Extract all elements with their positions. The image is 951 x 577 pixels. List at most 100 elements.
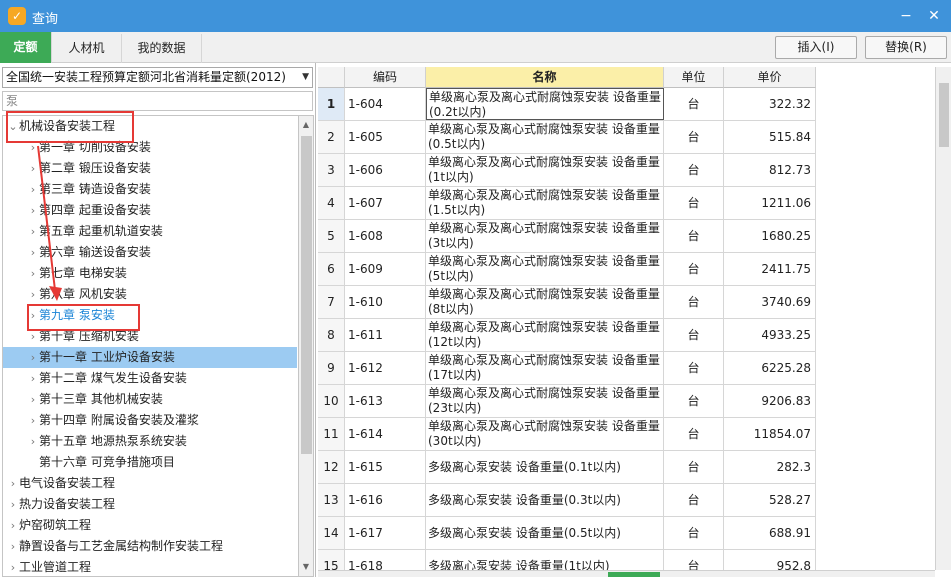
cell-code[interactable]: 1-605 [345,121,426,153]
tree-node[interactable]: › 第十三章 其他机械安装 [3,389,297,410]
cell-code[interactable]: 1-612 [345,352,426,384]
row-number[interactable]: 1 [318,88,345,120]
chevron-down-icon[interactable]: ▼ [302,68,309,87]
cell-name[interactable]: 多级离心泵安装 设备重量(0.3t以内) [426,484,664,516]
row-number[interactable]: 4 [318,187,345,219]
tree-node[interactable]: 第十六章 可竞争措施项目 [3,452,297,473]
cell-price[interactable]: 282.3 [724,451,816,483]
tree-node[interactable]: › 第八章 风机安装 [3,284,297,305]
cell-name[interactable]: 单级离心泵及离心式耐腐蚀泵安装 设备重量 (23t以内) [426,385,664,417]
tree-node[interactable]: › 第七章 电梯安装 [3,263,297,284]
tree-scrollbar[interactable]: ▲ ▼ [298,115,314,577]
tree-node[interactable]: › 第四章 起重设备安装 [3,200,297,221]
tree-node[interactable]: › 第六章 输送设备安装 [3,242,297,263]
cell-code[interactable]: 1-611 [345,319,426,351]
cell-unit[interactable]: 台 [664,517,724,549]
cell-price[interactable]: 952.8 [724,550,816,570]
tree-scroll-thumb[interactable] [301,136,312,454]
chevron-right-icon[interactable]: › [27,179,39,200]
tree-node[interactable]: › 第二章 锻压设备安装 [3,158,297,179]
scroll-up-icon[interactable]: ▲ [299,118,313,132]
cell-name[interactable]: 单级离心泵及离心式耐腐蚀泵安装 设备重量 (12t以内) [426,319,664,351]
header-unit[interactable]: 单位 [664,67,724,88]
cell-name[interactable]: 单级离心泵及离心式耐腐蚀泵安装 设备重量 (30t以内) [426,418,664,450]
close-icon[interactable]: ✕ [924,6,944,26]
row-number[interactable]: 9 [318,352,345,384]
cell-unit[interactable]: 台 [664,484,724,516]
cell-price[interactable]: 9206.83 [724,385,816,417]
tree-node[interactable]: › 电气设备安装工程 [3,473,297,494]
chevron-right-icon[interactable]: › [27,242,39,263]
chevron-down-icon[interactable]: ⌄ [7,116,19,137]
cell-price[interactable]: 1211.06 [724,187,816,219]
row-number[interactable]: 3 [318,154,345,186]
tree-node[interactable]: › 工业管道工程 [3,557,297,576]
chevron-right-icon[interactable]: › [27,410,39,431]
cell-name[interactable]: 单级离心泵及离心式耐腐蚀泵安装 设备重量 (1t以内) [426,154,664,186]
library-select[interactable]: 全国统一安装工程预算定额河北省消耗量定额(2012) ▼ [2,67,313,88]
cell-price[interactable]: 528.27 [724,484,816,516]
tree-node[interactable]: › 静置设备与工艺金属结构制作安装工程 [3,536,297,557]
cell-code[interactable]: 1-606 [345,154,426,186]
table-row[interactable]: 14 1-617 多级离心泵安装 设备重量(0.5t以内) 台 688.91 [318,517,816,550]
cell-unit[interactable]: 台 [664,121,724,153]
chevron-right-icon[interactable]: › [27,284,39,305]
cell-code[interactable]: 1-609 [345,253,426,285]
cell-name[interactable]: 单级离心泵及离心式耐腐蚀泵安装 设备重量 (1.5t以内) [426,187,664,219]
cell-name[interactable]: 单级离心泵及离心式耐腐蚀泵安装 设备重量 (8t以内) [426,286,664,318]
table-row[interactable]: 13 1-616 多级离心泵安装 设备重量(0.3t以内) 台 528.27 [318,484,816,517]
header-name[interactable]: 名称 [426,67,664,88]
chevron-right-icon[interactable]: › [27,326,39,347]
chevron-right-icon[interactable]: › [27,431,39,452]
table-row[interactable]: 15 1-618 多级离心泵安装 设备重量(1t以内) 台 952.8 [318,550,816,570]
tree-node[interactable]: › 第十五章 地源热泵系统安装 [3,431,297,452]
cell-name[interactable]: 多级离心泵安装 设备重量(0.5t以内) [426,517,664,549]
chevron-right-icon[interactable]: › [27,389,39,410]
minimize-icon[interactable]: − [896,6,916,26]
chevron-right-icon[interactable]: › [27,200,39,221]
cell-price[interactable]: 3740.69 [724,286,816,318]
cell-unit[interactable]: 台 [664,187,724,219]
table-row[interactable]: 7 1-610 单级离心泵及离心式耐腐蚀泵安装 设备重量 (8t以内) 台 3740.69 [318,286,816,319]
grid-hscroll-thumb[interactable] [608,572,660,577]
chevron-right-icon[interactable]: › [27,263,39,284]
cell-unit[interactable]: 台 [664,88,724,120]
cell-unit[interactable]: 台 [664,154,724,186]
cell-code[interactable]: 1-608 [345,220,426,252]
chevron-right-icon[interactable]: › [7,536,19,557]
cell-code[interactable]: 1-615 [345,451,426,483]
chevron-right-icon[interactable]: › [7,473,19,494]
cell-name[interactable]: 单级离心泵及离心式耐腐蚀泵安装 设备重量 (17t以内) [426,352,664,384]
cell-unit[interactable]: 台 [664,286,724,318]
insert-button[interactable]: 插入(I) [775,36,857,59]
grid-scroll-thumb[interactable] [939,83,949,147]
cell-code[interactable]: 1-614 [345,418,426,450]
cell-code[interactable]: 1-607 [345,187,426,219]
chevron-right-icon[interactable]: › [27,137,39,158]
table-row[interactable]: 9 1-612 单级离心泵及离心式耐腐蚀泵安装 设备重量 (17t以内) 台 6225.2… [318,352,816,385]
tab-my-data[interactable]: 我的数据 [122,34,202,63]
header-code[interactable]: 编码 [345,67,426,88]
table-row[interactable]: 12 1-615 多级离心泵安装 设备重量(0.1t以内) 台 282.3 [318,451,816,484]
row-number[interactable]: 6 [318,253,345,285]
chevron-right-icon[interactable]: › [7,557,19,576]
row-number[interactable]: 13 [318,484,345,516]
row-number[interactable]: 15 [318,550,345,570]
cell-unit[interactable]: 台 [664,352,724,384]
cell-code[interactable]: 1-604 [345,88,426,120]
table-row[interactable]: 2 1-605 单级离心泵及离心式耐腐蚀泵安装 设备重量 (0.5t以内) 台 515.8… [318,121,816,154]
table-row[interactable]: 3 1-606 单级离心泵及离心式耐腐蚀泵安装 设备重量 (1t以内) 台 812.73 [318,154,816,187]
tree-node[interactable]: › 第十章 压缩机安装 [3,326,297,347]
scroll-down-icon[interactable]: ▼ [299,560,313,574]
table-row[interactable]: 8 1-611 单级离心泵及离心式耐腐蚀泵安装 设备重量 (12t以内) 台 4933.2… [318,319,816,352]
cell-unit[interactable]: 台 [664,451,724,483]
cell-code[interactable]: 1-618 [345,550,426,570]
cell-unit[interactable]: 台 [664,253,724,285]
tree-node[interactable]: › 第三章 铸造设备安装 [3,179,297,200]
search-input[interactable]: 泵 [2,91,313,111]
chevron-right-icon[interactable]: › [27,158,39,179]
row-number[interactable]: 12 [318,451,345,483]
tab-quota[interactable]: 定额 [0,32,52,63]
tree-node[interactable]: › 第十二章 煤气发生设备安装 [3,368,297,389]
cell-price[interactable]: 515.84 [724,121,816,153]
